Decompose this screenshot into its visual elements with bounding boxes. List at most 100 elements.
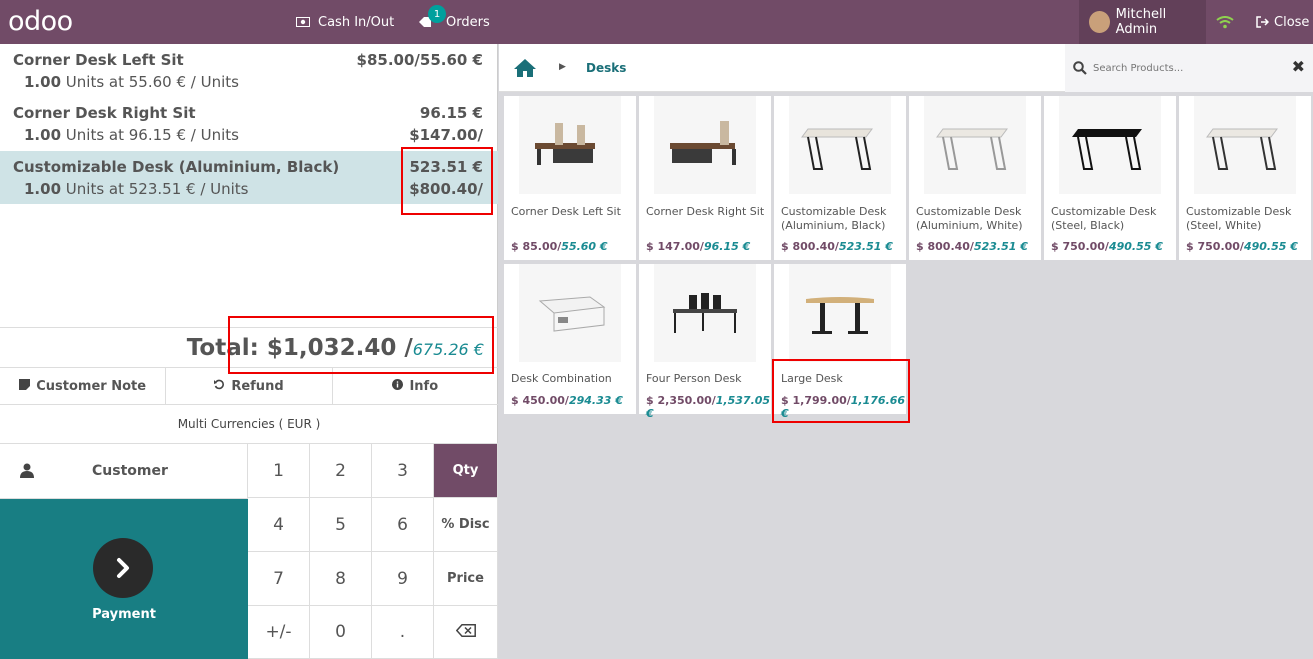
numpad-key-1[interactable]: 1 bbox=[248, 444, 310, 498]
refund-button[interactable]: Refund bbox=[166, 368, 333, 404]
product-image bbox=[519, 96, 621, 194]
product-price: $ 147.00/96.15 € bbox=[646, 240, 750, 253]
product-price-eur: 294.33 € bbox=[568, 394, 623, 407]
product-price: $ 800.40/523.51 € bbox=[916, 240, 1028, 253]
total-label: Total: $1,032.40 / bbox=[186, 335, 413, 361]
product-name: Corner Desk Right Sit bbox=[646, 205, 765, 218]
numpad-key-5[interactable]: 5 bbox=[310, 498, 372, 552]
order-line-detail: 1.00 Units at 55.60 € / Units bbox=[24, 73, 239, 91]
user-icon bbox=[20, 463, 34, 482]
product-card[interactable]: Four Person Desk $ 2,350.00/1,537.05 € bbox=[639, 264, 771, 420]
product-screen: ▶ Desks ✖ Corner Desk Left Sit $ 85.00/5… bbox=[499, 44, 1313, 659]
close-icon[interactable]: ✖ bbox=[1292, 57, 1305, 76]
orders-button[interactable]: 1 Orders bbox=[418, 0, 490, 44]
numpad-key-4[interactable]: 4 bbox=[248, 498, 310, 552]
order-line-price: $85.00/55.60 € bbox=[356, 51, 483, 69]
product-price: $ 450.00/294.33 € bbox=[511, 394, 623, 407]
total-amount: Total: $1,032.40 /675.26 € bbox=[187, 335, 484, 361]
product-card[interactable]: Desk Combination $ 450.00/294.33 € bbox=[504, 264, 636, 414]
product-card[interactable]: Customizable Desk (Aluminium, Black) $ 8… bbox=[774, 96, 906, 260]
backspace-icon bbox=[455, 622, 476, 642]
customer-note-button[interactable]: Customer Note bbox=[0, 368, 167, 404]
numpad-mode-discount[interactable]: % Disc bbox=[434, 498, 498, 552]
product-card[interactable]: Customizable Desk (Steel, White) $ 750.0… bbox=[1179, 96, 1311, 260]
numpad-mode-qty[interactable]: Qty bbox=[434, 444, 498, 498]
caret-right-icon: ▶ bbox=[559, 62, 566, 72]
numpad-key-2[interactable]: 2 bbox=[310, 444, 372, 498]
product-price-eur: 96.15 € bbox=[703, 240, 751, 253]
top-bar: odoo Cash In/Out 1 Orders Mitchell Admin… bbox=[0, 0, 1313, 44]
customer-note-label: Customer Note bbox=[36, 378, 147, 394]
home-icon[interactable] bbox=[513, 58, 537, 82]
order-line-detail: 1.00 Units at 96.15 € / Units bbox=[24, 126, 239, 144]
product-price-usd: $ 147.00/ bbox=[646, 240, 704, 253]
product-price: $ 750.00/490.55 € bbox=[1186, 240, 1298, 253]
refund-label: Refund bbox=[231, 378, 284, 394]
product-price: $ 750.00/490.55 € bbox=[1051, 240, 1163, 253]
numpad-key-6[interactable]: 6 bbox=[372, 498, 434, 552]
payment-label: Payment bbox=[92, 607, 156, 622]
numpad-mode-price[interactable]: Price bbox=[434, 552, 498, 606]
order-total: Total: $1,032.40 /675.26 € bbox=[0, 327, 498, 365]
product-price-usd: $ 85.00/ bbox=[511, 240, 562, 253]
numpad-key-3[interactable]: 3 bbox=[372, 444, 434, 498]
order-line-name: Corner Desk Left Sit bbox=[13, 51, 184, 69]
user-menu[interactable]: Mitchell Admin bbox=[1079, 0, 1206, 44]
order-line-unit: Units at 55.60 € / Units bbox=[65, 73, 239, 91]
product-card[interactable]: Corner Desk Left Sit $ 85.00/55.60 € bbox=[504, 96, 636, 260]
order-line[interactable]: Corner Desk Right Sit 96.15 € 1.00 Units… bbox=[0, 97, 498, 150]
product-price-eur: 55.60 € bbox=[561, 240, 608, 253]
cash-in-out-button[interactable]: Cash In/Out bbox=[296, 0, 394, 44]
order-line[interactable]: Corner Desk Left Sit $85.00/55.60 € 1.00… bbox=[0, 44, 498, 97]
breadcrumb-category[interactable]: Desks bbox=[586, 61, 626, 75]
info-label: Info bbox=[409, 378, 439, 394]
product-price-usd: $ 2,350.00/ bbox=[646, 394, 716, 407]
product-card[interactable]: Customizable Desk (Aluminium, White) $ 8… bbox=[909, 96, 1041, 260]
search-box: ✖ bbox=[1065, 44, 1313, 92]
customer-button[interactable]: Customer bbox=[0, 444, 248, 499]
product-price: $ 1,799.00/1,176.66 € bbox=[781, 394, 906, 420]
product-price-usd: $ 800.40/ bbox=[916, 240, 974, 253]
search-input[interactable] bbox=[1093, 58, 1273, 78]
breadcrumb: ▶ Desks ✖ bbox=[499, 44, 1313, 92]
product-name: Customizable Desk (Aluminium, Black) bbox=[781, 205, 887, 232]
orders-count-badge: 1 bbox=[428, 5, 446, 23]
order-line-name: Customizable Desk (Aluminium, Black) bbox=[13, 158, 340, 176]
product-image bbox=[1194, 96, 1296, 194]
multi-currency-button[interactable]: Multi Currencies ( EUR ) bbox=[0, 405, 498, 444]
numpad-key-8[interactable]: 8 bbox=[310, 552, 372, 606]
undo-icon bbox=[214, 379, 225, 393]
payment-button[interactable]: Payment bbox=[0, 499, 248, 659]
numpad-key-0[interactable]: 0 bbox=[310, 606, 372, 659]
numpad-key-plus-minus[interactable]: +/- bbox=[248, 606, 310, 659]
info-button[interactable]: Info bbox=[333, 368, 498, 404]
sign-out-icon bbox=[1256, 16, 1269, 28]
product-card[interactable]: Customizable Desk (Steel, Black) $ 750.0… bbox=[1044, 96, 1176, 260]
product-price: $ 800.40/523.51 € bbox=[781, 240, 893, 253]
money-icon bbox=[296, 17, 310, 27]
cash-in-out-label: Cash In/Out bbox=[318, 14, 395, 30]
product-image bbox=[789, 96, 891, 194]
numpad: 1 2 3 Qty 4 5 6 % Disc 7 8 9 Price +/- 0… bbox=[248, 444, 498, 659]
product-price: $ 2,350.00/1,537.05 € bbox=[646, 394, 771, 420]
product-price-eur: 490.55 € bbox=[1243, 240, 1298, 253]
product-image bbox=[1059, 96, 1161, 194]
order-line-price: 523.51 € bbox=[409, 158, 483, 176]
product-name: Customizable Desk (Aluminium, White) bbox=[916, 205, 1023, 232]
orders-label: Orders bbox=[446, 14, 490, 30]
close-label: Close bbox=[1274, 14, 1310, 30]
control-buttons: Customer Note Refund Info bbox=[0, 367, 498, 405]
product-card[interactable]: Corner Desk Right Sit $ 147.00/96.15 € bbox=[639, 96, 771, 260]
customer-label: Customer bbox=[92, 463, 168, 479]
backspace-button[interactable] bbox=[434, 606, 498, 659]
close-button[interactable]: Close bbox=[1256, 0, 1309, 44]
order-line-selected[interactable]: Customizable Desk (Aluminium, Black) 523… bbox=[0, 151, 498, 204]
numpad-key-9[interactable]: 9 bbox=[372, 552, 434, 606]
numpad-key-decimal[interactable]: . bbox=[372, 606, 434, 659]
info-icon bbox=[392, 379, 404, 393]
product-card[interactable]: Large Desk $ 1,799.00/1,176.66 € bbox=[774, 264, 906, 420]
wifi-icon bbox=[1216, 0, 1234, 44]
product-price-usd: $ 450.00/ bbox=[511, 394, 569, 407]
numpad-key-7[interactable]: 7 bbox=[248, 552, 310, 606]
search-icon bbox=[1073, 60, 1087, 79]
